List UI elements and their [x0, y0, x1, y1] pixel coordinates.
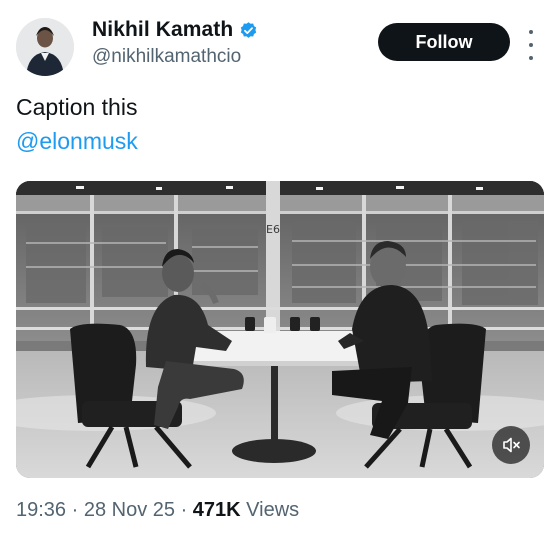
- author-display-name[interactable]: Nikhil Kamath: [92, 18, 233, 42]
- author-handle[interactable]: @nikhilkamathcio: [92, 46, 241, 68]
- author-name-row: Nikhil Kamath: [92, 18, 258, 42]
- video-frame: E6: [16, 181, 544, 478]
- verified-badge-icon: [239, 21, 258, 40]
- avatar[interactable]: [16, 18, 74, 76]
- meta-separator: ·: [66, 499, 84, 521]
- views-label: Views: [240, 499, 300, 521]
- tweet-meta: 19:36 · 28 Nov 25 · 471K Views: [16, 499, 299, 522]
- follow-button[interactable]: Follow: [378, 23, 510, 61]
- avatar-photo: [16, 18, 74, 76]
- speaker-muted-icon: [503, 437, 520, 453]
- mute-toggle-button[interactable]: [492, 426, 530, 464]
- more-vertical-icon[interactable]: [523, 28, 539, 62]
- views-count: 471K: [192, 499, 241, 521]
- tweet-date[interactable]: 28 Nov 25: [84, 499, 175, 521]
- tweet-text: Caption this @elonmusk: [16, 90, 138, 158]
- pillar-label: E6: [266, 223, 280, 236]
- tweet-text-line: Caption this: [16, 94, 138, 120]
- tweet-video[interactable]: E6: [16, 181, 544, 478]
- tweet-time[interactable]: 19:36: [16, 499, 66, 521]
- mention-link[interactable]: @elonmusk: [16, 124, 138, 158]
- tweet-card: Nikhil Kamath @nikhilkamathcio Follow Ca…: [0, 0, 560, 560]
- meta-separator: ·: [175, 499, 193, 521]
